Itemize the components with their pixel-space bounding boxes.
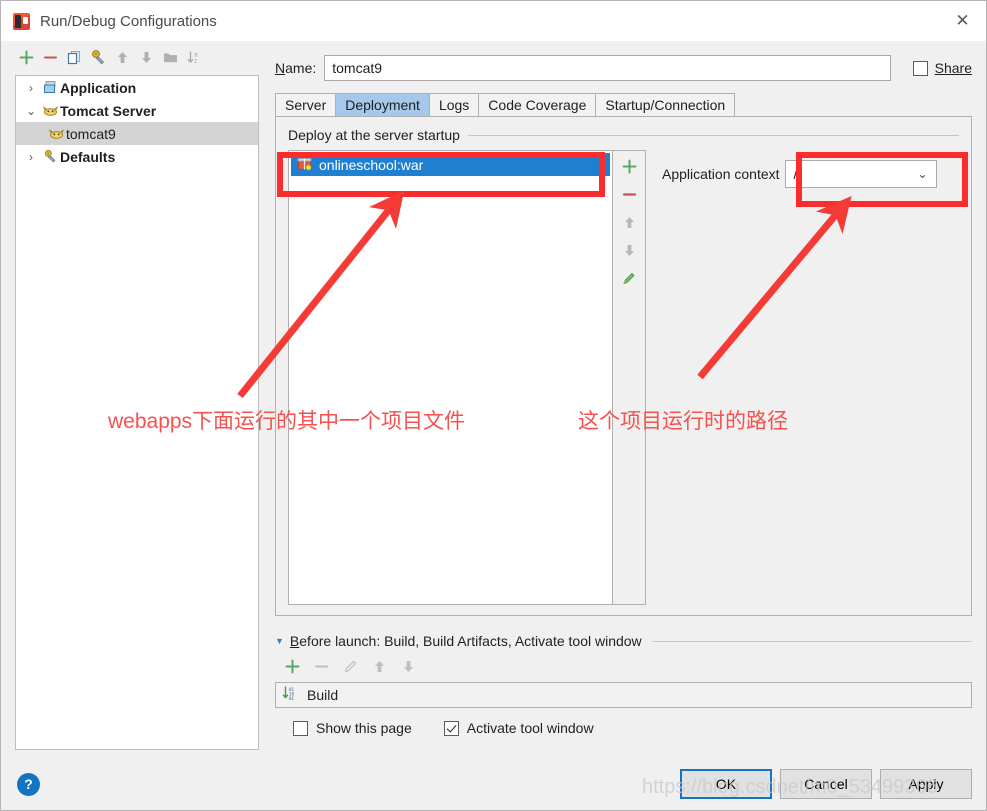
deploy-group-title: Deploy at the server startup	[288, 127, 460, 143]
name-row: Name: Share	[275, 55, 972, 81]
title-bar: Run/Debug Configurations ✕	[1, 1, 986, 41]
triangle-down-icon[interactable]: ▼	[275, 636, 284, 646]
tree-item-defaults[interactable]: › Defaults	[16, 145, 258, 168]
window-title: Run/Debug Configurations	[40, 12, 217, 30]
folder-icon[interactable]	[159, 46, 181, 68]
show-this-page-checkbox[interactable]: Show this page	[293, 720, 412, 736]
tab-deployment[interactable]: Deployment	[335, 93, 430, 116]
tree-item-label: Defaults	[60, 148, 116, 165]
application-icon	[40, 80, 60, 95]
show-this-page-checkbox-box[interactable]	[293, 720, 308, 736]
configurations-tree[interactable]: › Application ⌄ Tomcat Server tomcat9 › …	[15, 75, 259, 750]
edit-templates-button[interactable]	[87, 46, 109, 68]
chevron-right-icon[interactable]: ›	[22, 150, 40, 164]
application-context-value: /	[793, 166, 798, 182]
help-icon[interactable]: ?	[17, 772, 40, 796]
name-input[interactable]	[324, 55, 891, 81]
svg-text:01: 01	[289, 696, 295, 701]
deployment-tab-panel: Deploy at the server startup onlineschoo…	[275, 116, 972, 616]
activate-tool-window-checkbox-box[interactable]	[443, 720, 459, 736]
tree-item-label: Tomcat Server	[60, 102, 157, 119]
configurations-panel: a z › Application ⌄ Tomcat Server tomcat…	[1, 41, 269, 758]
configurations-toolbar: a z	[1, 41, 269, 71]
svg-text:z: z	[194, 58, 197, 65]
deployment-artifact-list[interactable]: onlineschool:war	[288, 150, 613, 605]
close-icon[interactable]: ✕	[939, 1, 986, 41]
share-label: Share	[934, 60, 972, 76]
edit-artifact-button[interactable]	[618, 267, 640, 289]
dialog-footer: ? OK Cancel Apply	[1, 758, 986, 810]
divider	[651, 640, 972, 642]
tree-item-tomcat9[interactable]: tomcat9	[16, 122, 258, 145]
remove-task-button[interactable]	[310, 655, 332, 677]
dialog-body: a z › Application ⌄ Tomcat Server tomcat…	[1, 41, 986, 758]
tab-code-coverage[interactable]: Code Coverage	[478, 93, 597, 116]
tomcat-icon	[40, 104, 60, 118]
wrench-icon	[40, 149, 60, 164]
task-label: Build	[307, 687, 339, 703]
edit-task-button[interactable]	[339, 655, 361, 677]
remove-artifact-button[interactable]	[618, 183, 640, 205]
launch-options-row: Show this page Activate tool window	[293, 720, 972, 736]
divider	[467, 134, 959, 136]
move-task-down-button[interactable]	[397, 655, 419, 677]
tree-item-label: tomcat9	[66, 125, 116, 142]
configuration-editor-panel: Name: Share Server Deployment Logs Code …	[269, 41, 986, 758]
list-item-label: onlineschool:war	[319, 156, 424, 173]
remove-configuration-button[interactable]	[39, 46, 61, 68]
move-artifact-up-button[interactable]	[618, 211, 640, 233]
cancel-button[interactable]: Cancel	[780, 769, 872, 799]
deploy-group-header: Deploy at the server startup	[288, 127, 959, 143]
move-down-button[interactable]	[135, 46, 157, 68]
add-task-button[interactable]	[281, 655, 303, 677]
before-launch-toolbar	[281, 654, 972, 678]
tab-startup-connection[interactable]: Startup/Connection	[595, 93, 736, 116]
before-launch-title: Before launch: Build, Build Artifacts, A…	[289, 633, 642, 649]
sort-alpha-icon[interactable]: a z	[183, 46, 205, 68]
application-context-combobox[interactable]: / ⌄	[784, 160, 937, 188]
artifact-war-icon	[297, 156, 312, 174]
tree-item-label: Application	[60, 79, 137, 96]
tab-logs[interactable]: Logs	[428, 93, 480, 116]
share-checkbox[interactable]: Share	[912, 60, 972, 76]
editor-tabs: Server Deployment Logs Code Coverage Sta…	[275, 93, 972, 116]
move-task-up-button[interactable]	[368, 655, 390, 677]
copy-configuration-button[interactable]	[63, 46, 85, 68]
move-up-button[interactable]	[111, 46, 133, 68]
tree-item-tomcat-server[interactable]: ⌄ Tomcat Server	[16, 99, 258, 122]
before-launch-section: ▼ Before launch: Build, Build Artifacts,…	[275, 633, 972, 736]
deploy-row: onlineschool:war Application context / ⌄	[288, 150, 959, 605]
share-checkbox-box[interactable]	[912, 60, 928, 76]
run-debug-configurations-dialog: Run/Debug Configurations ✕ a z › Applica…	[0, 0, 987, 811]
before-launch-header[interactable]: ▼ Before launch: Build, Build Artifacts,…	[275, 633, 972, 649]
application-context-label: Application context	[662, 166, 780, 182]
add-artifact-button[interactable]	[618, 155, 640, 177]
before-launch-task-list[interactable]: 01 10 01 Build	[275, 682, 972, 708]
tab-server[interactable]: Server	[275, 93, 337, 116]
move-artifact-down-button[interactable]	[618, 239, 640, 261]
list-item[interactable]: onlineschool:war	[291, 153, 610, 176]
show-this-page-label: Show this page	[316, 720, 412, 736]
application-context-row: Application context / ⌄	[662, 150, 937, 188]
chevron-down-icon[interactable]: ⌄	[917, 167, 927, 181]
apply-button[interactable]: Apply	[880, 769, 972, 799]
activate-tool-window-checkbox[interactable]: Activate tool window	[443, 720, 594, 736]
name-label: Name:	[275, 60, 317, 76]
chevron-right-icon[interactable]: ›	[22, 81, 40, 95]
tree-item-application[interactable]: › Application	[16, 76, 258, 99]
add-configuration-button[interactable]	[15, 46, 37, 68]
build-icon: 01 10 01	[282, 686, 299, 704]
dialog-buttons: OK Cancel Apply	[680, 769, 972, 799]
intellij-idea-icon	[13, 12, 30, 30]
ok-button[interactable]: OK	[680, 769, 772, 799]
artifact-toolbar	[613, 150, 646, 605]
tomcat-icon	[46, 127, 66, 141]
chevron-down-icon[interactable]: ⌄	[22, 104, 40, 118]
activate-tool-window-label: Activate tool window	[466, 720, 594, 736]
